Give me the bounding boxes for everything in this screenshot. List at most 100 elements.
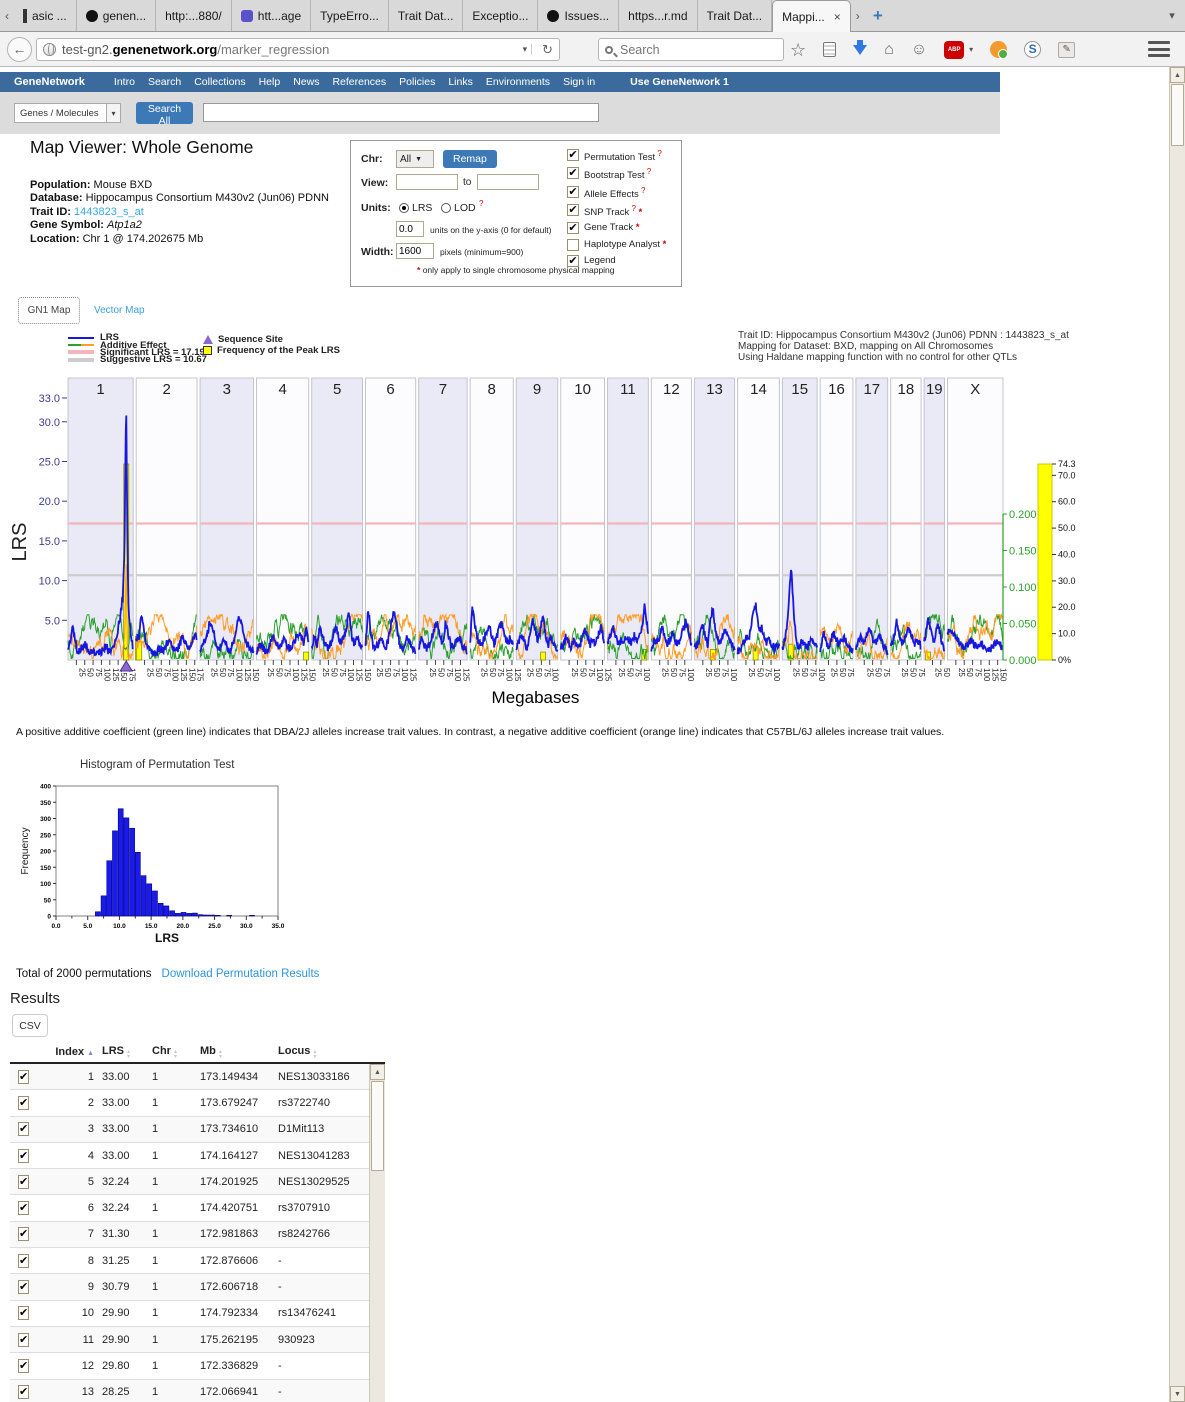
column-header-mb[interactable]: Mb▴▾ bbox=[200, 1045, 278, 1059]
row-checkbox-checked[interactable]: ✔ bbox=[18, 1096, 29, 1110]
browser-tab-active[interactable]: Mappi...× bbox=[772, 0, 851, 32]
browser-tab[interactable]: genen... bbox=[77, 0, 156, 31]
view-to-input[interactable] bbox=[477, 174, 539, 190]
download-permutation-link[interactable]: Download Permutation Results bbox=[162, 968, 320, 980]
extension-s-icon[interactable]: S bbox=[1024, 41, 1041, 58]
row-checkbox-checked[interactable]: ✔ bbox=[18, 1149, 29, 1163]
lod-help-icon[interactable]: ? bbox=[479, 199, 483, 208]
sort-asc-icon[interactable]: ▲ bbox=[87, 1050, 94, 1057]
menu-icon[interactable] bbox=[1148, 41, 1170, 57]
checkbox-unchecked[interactable] bbox=[567, 239, 579, 251]
table-scrollbar[interactable]: ▲ bbox=[369, 1064, 385, 1402]
row-checkbox-checked[interactable]: ✔ bbox=[18, 1201, 29, 1215]
row-checkbox-checked[interactable]: ✔ bbox=[18, 1306, 29, 1320]
browser-search-box[interactable] bbox=[598, 38, 784, 61]
gn-nav-news[interactable]: News bbox=[293, 76, 319, 88]
row-checkbox-checked[interactable]: ✔ bbox=[18, 1280, 29, 1294]
gn-nav-links[interactable]: Links bbox=[448, 76, 473, 88]
table-scroll-up-icon[interactable]: ▲ bbox=[370, 1064, 385, 1080]
gn-nav-collections[interactable]: Collections bbox=[194, 76, 245, 88]
page-scrollbar[interactable]: ▲ ▼ bbox=[1169, 67, 1185, 1402]
row-checkbox-checked[interactable]: ✔ bbox=[18, 1070, 29, 1084]
column-header-chr[interactable]: Chr▴▾ bbox=[152, 1045, 200, 1059]
site-identity-globe-icon[interactable] bbox=[43, 43, 56, 56]
tab-vector-map[interactable]: Vector Map bbox=[94, 305, 145, 316]
checkbox-checked[interactable]: ✔ bbox=[567, 222, 579, 234]
bookmark-star-icon[interactable]: ☆ bbox=[790, 41, 806, 59]
page-scrollbar-thumb[interactable] bbox=[1171, 84, 1184, 146]
browser-tab[interactable]: htt...age bbox=[232, 0, 311, 31]
browser-tab[interactable]: asic ... bbox=[14, 0, 77, 31]
checkbox-checked[interactable]: ✔ bbox=[567, 204, 579, 216]
sort-icon[interactable]: ▴▾ bbox=[174, 1050, 177, 1059]
column-header-index[interactable]: Index▲ bbox=[50, 1046, 102, 1058]
edit-signature-icon[interactable]: ✎ bbox=[1058, 42, 1075, 58]
gn-nav-search[interactable]: Search bbox=[148, 76, 181, 88]
lrs-radio[interactable] bbox=[399, 203, 409, 213]
row-checkbox-checked[interactable]: ✔ bbox=[18, 1359, 29, 1373]
tab-scroll-left-icon[interactable]: ‹ bbox=[0, 0, 14, 31]
adblock-dropdown-icon[interactable]: ▾ bbox=[969, 45, 973, 54]
browser-tab[interactable]: Issues... bbox=[538, 0, 619, 31]
adblock-icon[interactable]: ABP bbox=[944, 41, 964, 59]
browser-tab[interactable]: TypeErro... bbox=[311, 0, 389, 31]
row-checkbox-checked[interactable]: ✔ bbox=[18, 1227, 29, 1241]
checkbox-checked[interactable]: ✔ bbox=[567, 255, 579, 267]
downloads-icon[interactable] bbox=[853, 45, 867, 55]
trait-id-link[interactable]: 1443823_s_at bbox=[74, 206, 144, 218]
checkbox-checked[interactable]: ✔ bbox=[567, 149, 579, 161]
category-select[interactable]: Genes / Molecules bbox=[14, 103, 107, 123]
search-all-button[interactable]: Search All bbox=[136, 102, 193, 124]
bookmarks-sidebar-icon[interactable] bbox=[823, 42, 836, 57]
tab-close-icon[interactable]: × bbox=[834, 10, 841, 24]
view-from-input[interactable] bbox=[396, 174, 458, 190]
gn-brand[interactable]: GeneNetwork bbox=[14, 76, 85, 88]
gn-nav-sign-in[interactable]: Sign in bbox=[563, 76, 595, 88]
lod-radio[interactable] bbox=[441, 203, 451, 213]
column-header-lrs[interactable]: LRS▴▾ bbox=[102, 1045, 152, 1059]
browser-tab[interactable]: Trait Dat... bbox=[389, 0, 464, 31]
browser-tab[interactable]: Trait Dat... bbox=[698, 0, 773, 31]
row-checkbox-checked[interactable]: ✔ bbox=[18, 1333, 29, 1347]
remap-button[interactable]: Remap bbox=[443, 150, 497, 168]
gn-nav-help[interactable]: Help bbox=[259, 76, 281, 88]
gn-nav-environments[interactable]: Environments bbox=[486, 76, 550, 88]
sort-icon[interactable]: ▴▾ bbox=[313, 1050, 316, 1059]
browser-tab[interactable]: https...r.md bbox=[619, 0, 697, 31]
csv-button[interactable]: CSV bbox=[12, 1014, 48, 1037]
row-checkbox-checked[interactable]: ✔ bbox=[18, 1385, 29, 1399]
home-icon[interactable]: ⌂ bbox=[884, 42, 894, 58]
chat-icon[interactable]: ☺ bbox=[911, 42, 927, 58]
url-dropdown-icon[interactable]: ▾ bbox=[519, 44, 533, 55]
checkbox-checked[interactable]: ✔ bbox=[567, 186, 579, 198]
browser-tab[interactable]: http:...880/ bbox=[156, 0, 232, 31]
y-axis-units-input[interactable] bbox=[396, 221, 424, 237]
row-checkbox-checked[interactable]: ✔ bbox=[18, 1254, 29, 1268]
extension-orange-icon[interactable] bbox=[990, 41, 1007, 58]
tab-list-dropdown-icon[interactable]: ▾ bbox=[1159, 0, 1185, 31]
browser-search-input[interactable] bbox=[618, 42, 748, 58]
global-search-input[interactable] bbox=[203, 103, 599, 122]
table-scrollbar-thumb[interactable] bbox=[371, 1081, 384, 1171]
tab-gn1-map[interactable]: GN1 Map bbox=[18, 297, 80, 324]
width-input[interactable] bbox=[396, 243, 434, 259]
row-checkbox-checked[interactable]: ✔ bbox=[18, 1175, 29, 1189]
reload-icon[interactable]: ↻ bbox=[538, 42, 553, 58]
page-scroll-up-icon[interactable]: ▲ bbox=[1170, 67, 1185, 83]
column-header-locus[interactable]: Locus▴▾ bbox=[278, 1045, 366, 1059]
browser-tab[interactable]: Exceptio... bbox=[463, 0, 538, 31]
category-select-caret-icon[interactable]: ▾ bbox=[107, 103, 121, 123]
tab-scroll-right-icon[interactable]: › bbox=[851, 0, 865, 31]
chromosome-select[interactable]: All▼ bbox=[396, 150, 434, 168]
checkbox-checked[interactable]: ✔ bbox=[567, 167, 579, 179]
row-checkbox-checked[interactable]: ✔ bbox=[18, 1122, 29, 1136]
gn-nav-policies[interactable]: Policies bbox=[399, 76, 435, 88]
back-button[interactable]: ← bbox=[7, 37, 32, 62]
sort-icon[interactable]: ▴▾ bbox=[219, 1050, 222, 1059]
gn-nav-intro[interactable]: Intro bbox=[114, 76, 135, 88]
sort-icon[interactable]: ▴▾ bbox=[127, 1050, 130, 1059]
gn-nav-references[interactable]: References bbox=[332, 76, 386, 88]
page-scroll-down-icon[interactable]: ▼ bbox=[1170, 1386, 1185, 1402]
url-bar[interactable]: test-gn2.genenetwork.org/marker_regressi… bbox=[36, 38, 560, 61]
new-tab-button[interactable]: + bbox=[865, 0, 891, 31]
